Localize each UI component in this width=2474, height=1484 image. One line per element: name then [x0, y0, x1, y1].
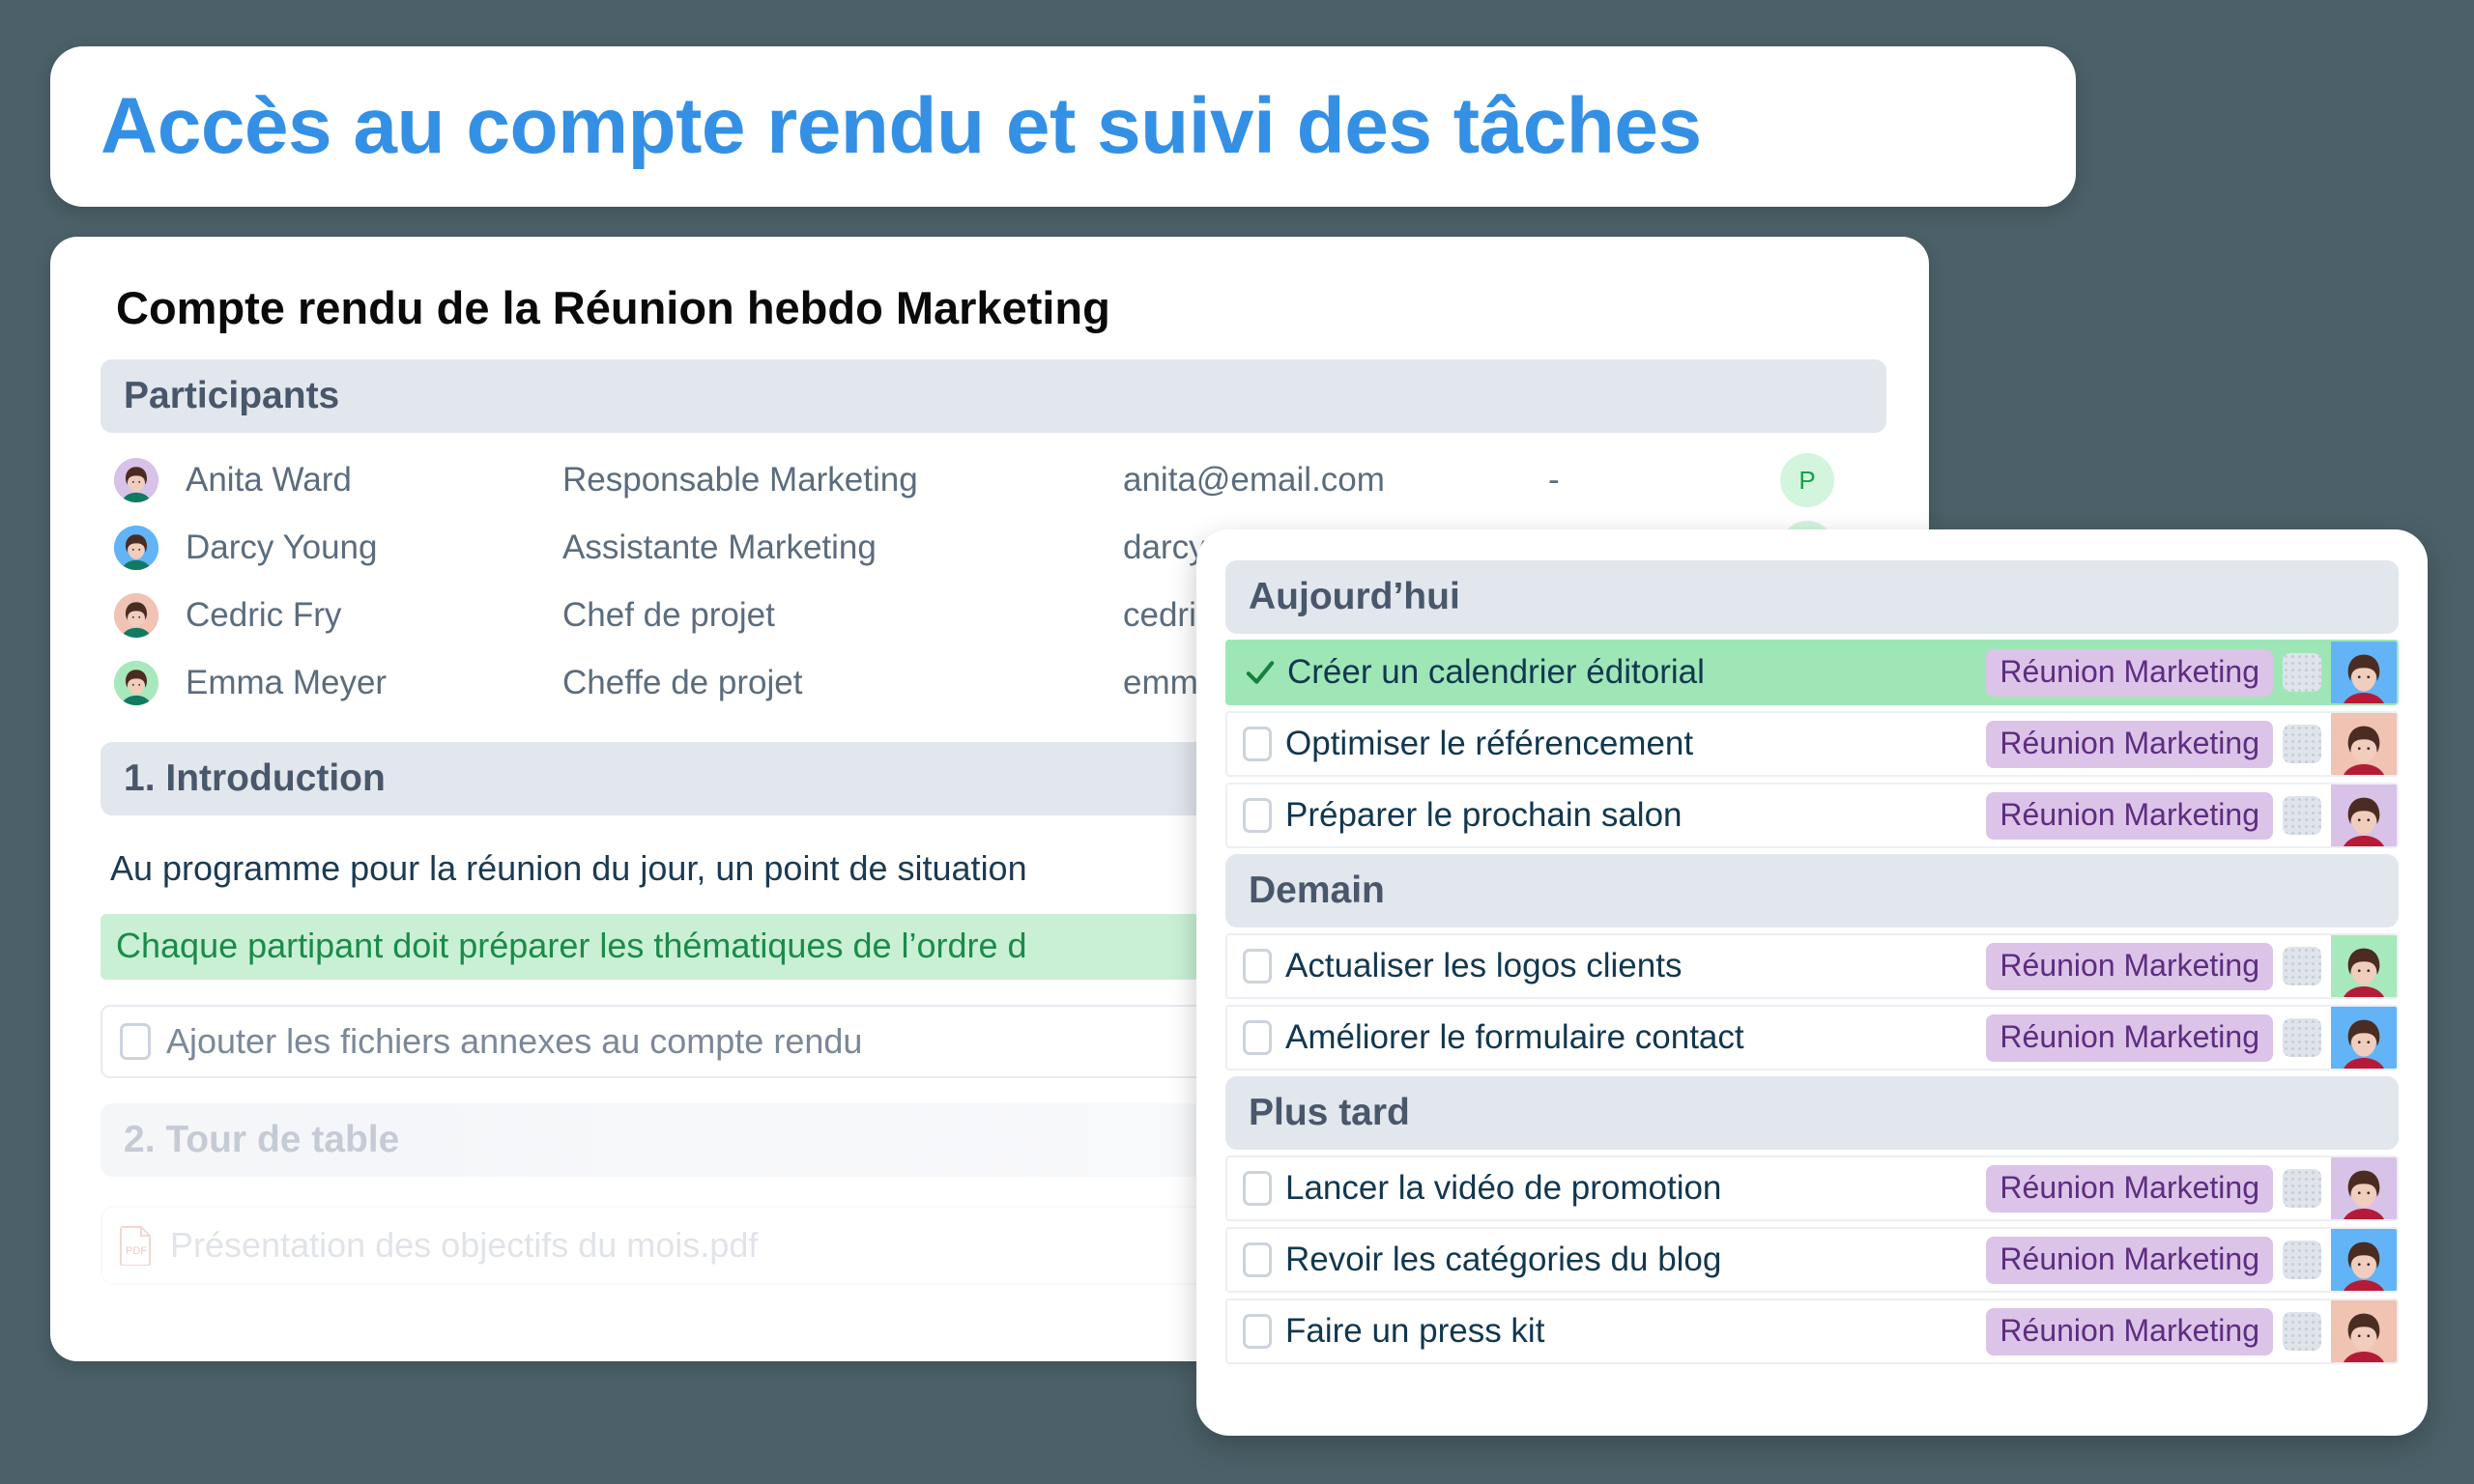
checkbox-checked-icon[interactable] [1239, 656, 1281, 689]
task-group-header: Aujourd’hui [1225, 560, 2399, 634]
participants-section-header: Participants [101, 359, 1886, 433]
participant-extra: - [1548, 461, 1560, 499]
task-group-label: Plus tard [1249, 1092, 1410, 1133]
avatar [114, 661, 158, 705]
attachment-row[interactable]: PDF Présentation des objectifs du mois.p… [101, 1206, 1357, 1285]
document-todo-label: Ajouter les fichiers annexes au compte r… [166, 1021, 863, 1061]
task-label: Revoir les catégories du blog [1285, 1241, 1722, 1278]
task-row[interactable]: Optimiser le référencement Réunion Marke… [1225, 711, 2399, 777]
assignee-avatar [2331, 785, 2397, 846]
checkbox-unchecked-icon[interactable] [120, 1023, 151, 1060]
participants-header-label: Participants [124, 375, 340, 416]
task-tag[interactable]: Réunion Marketing [1986, 648, 2273, 697]
participant-role: Cheffe de projet [562, 664, 803, 701]
task-label: Actualiser les logos clients [1285, 947, 1683, 985]
task-group-label: Aujourd’hui [1249, 576, 1460, 617]
participant-role: Assistante Marketing [562, 528, 877, 566]
page-title-banner: Accès au compte rendu et suivi des tâche… [50, 46, 2076, 207]
task-tag[interactable]: Réunion Marketing [1986, 791, 2273, 840]
participant-role: Chef de projet [562, 596, 775, 634]
assignee-avatar [2331, 1300, 2397, 1362]
task-row[interactable]: Revoir les catégories du blog Réunion Ma… [1225, 1227, 2399, 1293]
task-group-header: Demain [1225, 854, 2399, 928]
checkbox-unchecked-icon[interactable] [1243, 727, 1272, 761]
assignee-avatar [2331, 935, 2397, 997]
drag-handle-icon[interactable] [2283, 1018, 2321, 1057]
drag-handle-icon[interactable] [2283, 796, 2321, 835]
task-row[interactable]: Faire un press kit Réunion Marketing [1225, 1298, 2399, 1364]
participant-name: Cedric Fry [186, 596, 342, 634]
participant-row[interactable]: Anita Ward Responsable Marketing anita@e… [101, 446, 1879, 514]
task-row[interactable]: Améliorer le formulaire contact Réunion … [1225, 1005, 2399, 1070]
task-tag[interactable]: Réunion Marketing [1986, 1013, 2273, 1062]
avatar [114, 458, 158, 502]
page-title: Accès au compte rendu et suivi des tâche… [101, 82, 1702, 170]
task-label: Optimiser le référencement [1285, 725, 1694, 762]
status-badge: P [1780, 453, 1834, 507]
attachment-filename: Présentation des objectifs du mois.pdf [170, 1225, 759, 1265]
task-row[interactable]: Préparer le prochain salon Réunion Marke… [1225, 783, 2399, 848]
task-group-header: Plus tard [1225, 1076, 2399, 1150]
task-tag[interactable]: Réunion Marketing [1986, 1164, 2273, 1213]
avatar [114, 526, 158, 570]
assignee-avatar [2331, 1157, 2397, 1219]
drag-handle-icon[interactable] [2283, 725, 2321, 763]
drag-handle-icon[interactable] [2283, 653, 2321, 692]
assignee-avatar [2331, 1229, 2397, 1291]
task-list-panel: Aujourd’hui Créer un calendrier éditoria… [1196, 529, 2428, 1436]
checkbox-unchecked-icon[interactable] [1243, 1171, 1272, 1206]
participant-role: Responsable Marketing [562, 461, 918, 499]
task-tag[interactable]: Réunion Marketing [1986, 720, 2273, 768]
assignee-avatar [2331, 642, 2397, 703]
participant-name: Anita Ward [186, 461, 352, 499]
drag-handle-icon[interactable] [2283, 1241, 2321, 1279]
section-1-label: 1. Introduction [124, 757, 386, 799]
task-row[interactable]: Lancer la vidéo de promotion Réunion Mar… [1225, 1156, 2399, 1221]
task-tag[interactable]: Réunion Marketing [1986, 1307, 2273, 1356]
task-tag[interactable]: Réunion Marketing [1986, 942, 2273, 990]
task-tag[interactable]: Réunion Marketing [1986, 1236, 2273, 1284]
document-title: Compte rendu de la Réunion hebdo Marketi… [116, 282, 1110, 333]
task-label: Préparer le prochain salon [1285, 796, 1683, 834]
task-group-label: Demain [1249, 870, 1385, 911]
drag-handle-icon[interactable] [2283, 1169, 2321, 1208]
drag-handle-icon[interactable] [2283, 947, 2321, 985]
checkbox-unchecked-icon[interactable] [1243, 949, 1272, 984]
checkbox-unchecked-icon[interactable] [1243, 1020, 1272, 1055]
participant-email: anita@email.com [1123, 461, 1385, 499]
section-2-label: 2. Tour de table [124, 1119, 400, 1160]
participant-name: Emma Meyer [186, 664, 388, 701]
svg-text:PDF: PDF [126, 1245, 147, 1257]
assignee-avatar [2331, 1007, 2397, 1069]
task-row[interactable]: Créer un calendrier éditorial Réunion Ma… [1225, 640, 2399, 705]
pdf-file-icon: PDF [120, 1225, 153, 1266]
task-row[interactable]: Actualiser les logos clients Réunion Mar… [1225, 933, 2399, 999]
assignee-avatar [2331, 713, 2397, 775]
task-label: Lancer la vidéo de promotion [1285, 1169, 1722, 1207]
checkbox-unchecked-icon[interactable] [1243, 1242, 1272, 1277]
task-label: Créer un calendrier éditorial [1287, 653, 1705, 691]
participant-name: Darcy Young [186, 528, 378, 566]
drag-handle-icon[interactable] [2283, 1312, 2321, 1351]
avatar [114, 593, 158, 638]
checkbox-unchecked-icon[interactable] [1243, 1314, 1272, 1349]
checkbox-unchecked-icon[interactable] [1243, 798, 1272, 833]
task-label: Améliorer le formulaire contact [1285, 1018, 1744, 1056]
task-label: Faire un press kit [1285, 1312, 1545, 1350]
